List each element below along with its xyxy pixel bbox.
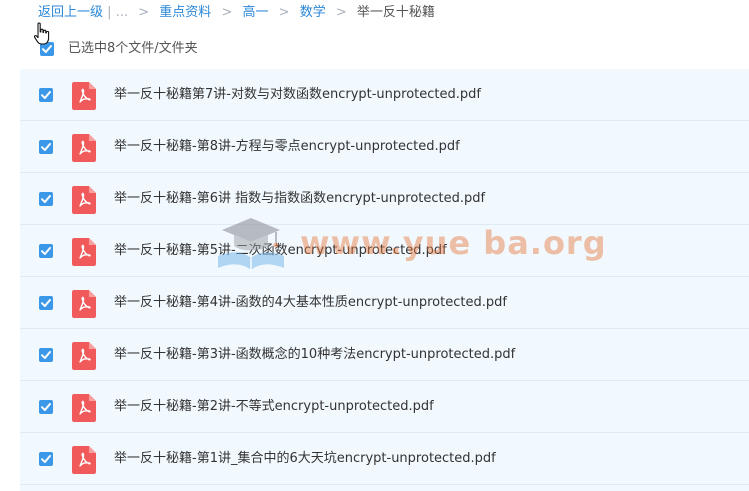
check-icon <box>41 143 51 151</box>
pdf-icon <box>72 134 96 162</box>
pdf-icon <box>72 342 96 370</box>
file-checkbox[interactable] <box>39 452 53 466</box>
breadcrumb-item-grade[interactable]: 高一 <box>242 5 268 20</box>
file-name[interactable]: 举一反十秘籍-第6讲 指数与指数函数encrypt-unprotected.pd… <box>114 190 485 208</box>
hand-cursor-icon <box>33 22 51 50</box>
file-checkbox[interactable] <box>39 192 53 206</box>
pdf-icon <box>72 238 96 266</box>
pdf-icon <box>72 446 96 474</box>
check-icon <box>41 195 51 203</box>
breadcrumb-separator: > <box>278 5 290 20</box>
breadcrumb-current: 举一反十秘籍 <box>356 5 435 20</box>
file-checkbox[interactable] <box>39 140 53 154</box>
file-browser: 返回上一级 | ... > 重点资料 > 高一 > 数学 > 举一反十秘籍 已选… <box>0 0 749 491</box>
breadcrumb-separator: > <box>335 5 347 20</box>
file-name[interactable]: 举一反十秘籍-第2讲-不等式encrypt-unprotected.pdf <box>114 398 434 416</box>
pdf-icon <box>72 82 96 110</box>
file-row[interactable]: 举一反十秘籍-第3讲-函数概念的10种考法encrypt-unprotected… <box>20 329 749 381</box>
breadcrumb-divider: | <box>107 5 112 20</box>
file-checkbox[interactable] <box>39 88 53 102</box>
breadcrumb: 返回上一级 | ... > 重点资料 > 高一 > 数学 > 举一反十秘籍 <box>38 4 435 22</box>
file-list: 举一反十秘籍第7讲-对数与对数函数encrypt-unprotected.pdf… <box>20 69 749 491</box>
breadcrumb-separator: > <box>138 5 150 20</box>
pdf-icon <box>72 186 96 214</box>
check-icon <box>41 403 51 411</box>
file-row[interactable]: 举一反十秘籍-第6讲 指数与指数函数encrypt-unprotected.pd… <box>20 173 749 225</box>
breadcrumb-item-key-materials[interactable]: 重点资料 <box>159 5 211 20</box>
file-row[interactable]: 举一反十秘籍-第4讲-函数的4大基本性质encrypt-unprotected.… <box>20 277 749 329</box>
check-icon <box>41 351 51 359</box>
breadcrumb-ellipsis[interactable]: ... <box>116 5 128 20</box>
file-checkbox[interactable] <box>39 400 53 414</box>
file-row[interactable]: 举一反十秘籍-第8讲-方程与零点encrypt-unprotected.pdf <box>20 121 749 173</box>
file-row[interactable]: 举一反十秘籍第7讲-对数与对数函数encrypt-unprotected.pdf <box>20 69 749 121</box>
file-checkbox[interactable] <box>39 244 53 258</box>
pdf-icon <box>72 394 96 422</box>
check-icon <box>41 91 51 99</box>
back-link[interactable]: 返回上一级 <box>38 5 103 20</box>
file-name[interactable]: 举一反十秘籍-第8讲-方程与零点encrypt-unprotected.pdf <box>114 138 460 156</box>
file-checkbox[interactable] <box>39 296 53 310</box>
file-row[interactable]: 举一反十秘籍-第2讲-不等式encrypt-unprotected.pdf <box>20 381 749 433</box>
check-icon <box>41 455 51 463</box>
pdf-icon <box>72 290 96 318</box>
selection-bar: 已选中8个文件/文件夹 <box>0 36 749 66</box>
file-checkbox[interactable] <box>39 348 53 362</box>
check-icon <box>41 299 51 307</box>
file-row[interactable]: 举一反十秘籍-第5讲-二次函数encrypt-unprotected.pdf <box>20 225 749 277</box>
file-name[interactable]: 举一反十秘籍-第3讲-函数概念的10种考法encrypt-unprotected… <box>114 346 515 364</box>
selection-count-label: 已选中8个文件/文件夹 <box>68 41 198 56</box>
file-name[interactable]: 举一反十秘籍-第1讲_集合中的6大天坑encrypt-unprotected.p… <box>114 450 496 468</box>
file-row[interactable]: 举一反十秘籍-第1讲_集合中的6大天坑encrypt-unprotected.p… <box>20 433 749 485</box>
check-icon <box>41 247 51 255</box>
breadcrumb-item-math[interactable]: 数学 <box>300 5 326 20</box>
file-name[interactable]: 举一反十秘籍-第5讲-二次函数encrypt-unprotected.pdf <box>114 242 447 260</box>
file-name[interactable]: 举一反十秘籍第7讲-对数与对数函数encrypt-unprotected.pdf <box>114 86 481 104</box>
file-name[interactable]: 举一反十秘籍-第4讲-函数的4大基本性质encrypt-unprotected.… <box>114 294 507 312</box>
breadcrumb-separator: > <box>221 5 233 20</box>
